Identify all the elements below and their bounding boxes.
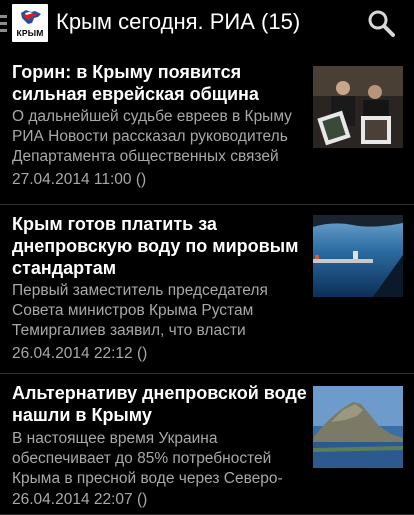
- app-logo[interactable]: КРЫМ: [12, 4, 48, 42]
- search-icon[interactable]: [366, 8, 396, 38]
- app-bar: КРЫМ Крым сегодня. РИА (15): [0, 0, 414, 48]
- news-item[interactable]: Альтернативу днепровской воде нашли в Кр…: [0, 374, 414, 514]
- news-summary: О дальнейшей судьбе евреев в Крыму РИА Н…: [12, 108, 292, 165]
- news-date: 27.04.2014 11:00 (): [12, 171, 147, 188]
- news-summary: В настоящее время Украина обеспечивает д…: [12, 430, 283, 487]
- news-headline: Горин: в Крыму появится сильная еврейска…: [12, 62, 259, 104]
- news-item[interactable]: Горин: в Крыму появится сильная еврейска…: [0, 54, 414, 204]
- news-date: 26.04.2014 22:12 (): [12, 345, 148, 362]
- logo-text: КРЫМ: [16, 28, 44, 38]
- app-title: Крым сегодня. РИА (15): [56, 9, 301, 34]
- news-date: 26.04.2014 22:07 (): [12, 491, 148, 508]
- news-summary: Первый заместитель председателя Совета м…: [12, 282, 268, 339]
- news-headline: Крым готов платить за днепровскую воду п…: [12, 214, 299, 278]
- crimea-map-icon: [21, 10, 41, 24]
- drawer-menu-icon[interactable]: [0, 15, 7, 33]
- news-item[interactable]: Крым готов платить за днепровскую воду п…: [0, 205, 414, 373]
- news-thumbnail: [313, 386, 403, 468]
- news-headline: Альтернативу днепровской воде нашли в Кр…: [12, 383, 307, 425]
- news-thumbnail: [313, 215, 403, 297]
- news-thumbnail: [313, 66, 403, 148]
